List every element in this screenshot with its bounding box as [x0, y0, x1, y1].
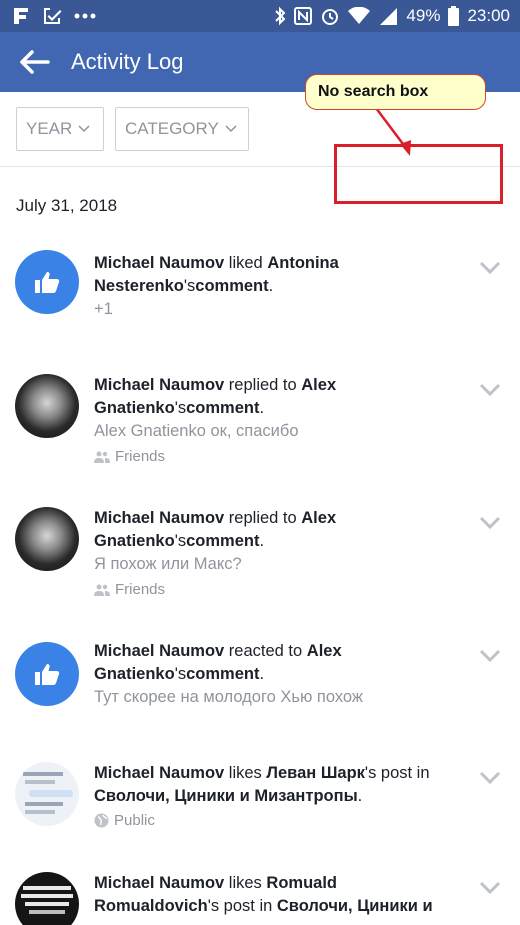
audience-label: Friends: [94, 448, 165, 465]
chevron-down-icon[interactable]: [478, 770, 502, 786]
status-bar: 49% 23:00: [0, 0, 520, 32]
nfc-icon: [294, 7, 313, 25]
chevron-down-icon[interactable]: [478, 648, 502, 664]
clock-time: 23:00: [467, 6, 510, 25]
battery-icon: [448, 6, 460, 26]
activity-subtext: Тут скорее на молодого Хью похож: [94, 688, 363, 706]
battery-percent: 49%: [406, 6, 441, 25]
annotation-callout: No search box: [305, 74, 486, 110]
profile-avatar: [15, 374, 79, 438]
like-avatar: [15, 250, 79, 314]
post-thumbnail-avatar: [15, 872, 79, 925]
year-filter-button[interactable]: YEAR: [16, 107, 104, 151]
like-avatar: [15, 642, 79, 706]
thumbs-up-icon: [35, 664, 60, 685]
activity-text: Michael Naumov liked Antonina Nesterenko…: [94, 254, 339, 295]
friends-icon: [94, 584, 110, 596]
year-filter-label: YEAR: [26, 119, 73, 138]
activity-text: Michael Naumov likes Леван Шарк's post i…: [94, 764, 430, 805]
annotation-arrow-icon: [375, 107, 411, 156]
category-filter-button[interactable]: CATEGORY: [115, 107, 249, 151]
activity-subtext: +1: [94, 300, 113, 318]
activity-subtext: Я похож или Макс?: [94, 555, 242, 573]
activity-text: Michael Naumov replied to Alex Gnatienko…: [94, 376, 337, 417]
chevron-down-icon[interactable]: [478, 382, 502, 398]
post-thumbnail-icon: [21, 886, 73, 914]
wifi-icon: [348, 7, 371, 24]
back-button[interactable]: [18, 46, 52, 78]
activity-subtext: Alex Gnatienko ок, спасибо: [94, 422, 299, 440]
chevron-down-icon: [78, 125, 90, 133]
more-notifications-icon: [74, 13, 96, 19]
category-filter-label: CATEGORY: [125, 119, 219, 138]
alarm-icon: [322, 9, 339, 25]
friends-icon: [94, 451, 110, 463]
activity-text: Michael Naumov replied to Alex Gnatienko…: [94, 509, 337, 550]
audience-label: Public: [94, 812, 155, 829]
post-thumbnail-avatar: [15, 762, 79, 826]
chevron-down-icon: [225, 125, 237, 133]
signal-icon: [380, 8, 398, 25]
globe-icon: [94, 813, 109, 828]
activity-text: Michael Naumov reacted to Alex Gnatienko…: [94, 642, 342, 683]
page-title: Activity Log: [71, 49, 184, 74]
check-notification-icon: [44, 8, 62, 24]
post-thumbnail-icon: [23, 772, 73, 814]
activity-text: Michael Naumov likes Romuald Romualdovic…: [94, 874, 433, 915]
chevron-down-icon[interactable]: [478, 260, 502, 276]
chevron-down-icon[interactable]: [478, 880, 502, 896]
profile-avatar: [15, 507, 79, 571]
app-notification-icon: [14, 8, 28, 24]
thumbs-up-icon: [35, 272, 60, 293]
audience-label: Friends: [94, 581, 165, 598]
back-arrow-icon: [20, 50, 50, 74]
bluetooth-icon: [275, 6, 286, 26]
date-header: July 31, 2018: [16, 196, 118, 215]
chevron-down-icon[interactable]: [478, 515, 502, 531]
